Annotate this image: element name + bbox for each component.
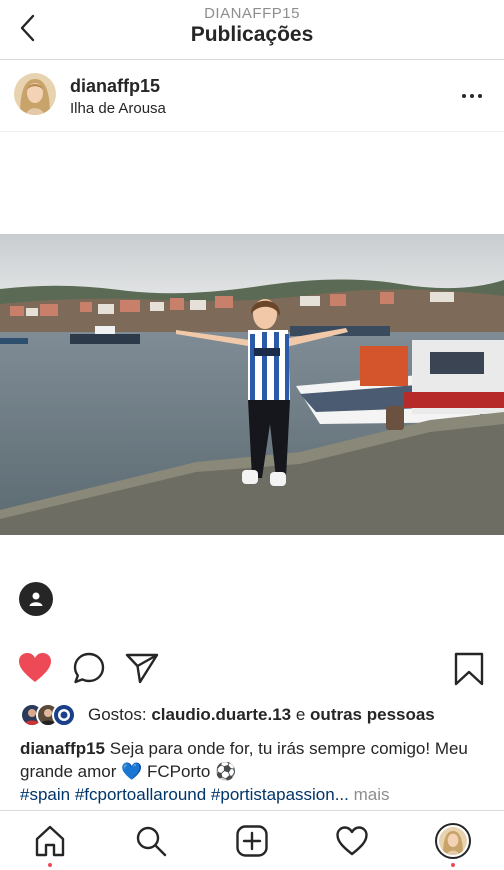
comment-button[interactable] — [72, 651, 106, 685]
add-post-icon — [236, 825, 268, 857]
heart-filled-icon — [19, 653, 51, 682]
like-button[interactable] — [17, 651, 53, 685]
user-tag-icon — [29, 592, 43, 606]
post-location[interactable]: Ilha de Arousa — [70, 100, 166, 117]
likes-prefix: Gostos: — [88, 705, 152, 724]
tab-profile[interactable] — [433, 821, 473, 867]
ellipsis-icon — [462, 94, 482, 98]
post-header: dianaffp15 Ilha de Arousa — [0, 60, 504, 132]
post-caption: dianaffp15 Seja para onde for, tu irás s… — [20, 737, 490, 806]
likes-row[interactable]: Gostos: claudio.duarte.13 e outras pesso… — [20, 701, 435, 729]
home-icon — [35, 825, 65, 857]
profile-avatar-icon — [435, 823, 471, 859]
notification-dot — [451, 863, 455, 867]
page-title: Publicações — [190, 23, 314, 46]
tagged-users-button[interactable] — [19, 582, 53, 616]
harbor-photo — [0, 234, 504, 535]
likes-connector: e — [291, 705, 311, 724]
heart-outline-icon — [336, 826, 368, 856]
tab-activity[interactable] — [332, 821, 372, 861]
top-nav-bar: DIANAFFP15 Publicações — [0, 0, 504, 60]
paper-plane-icon — [125, 653, 159, 684]
share-button[interactable] — [124, 651, 160, 685]
tab-home[interactable] — [30, 821, 70, 867]
likes-text[interactable]: Gostos: claudio.duarte.13 e outras pesso… — [88, 705, 435, 725]
post-photo[interactable] — [0, 234, 504, 535]
caption-username[interactable]: dianaffp15 — [20, 739, 105, 758]
bottom-tab-bar — [0, 810, 504, 870]
tab-add-post[interactable] — [232, 821, 272, 861]
likes-others[interactable]: outras pessoas — [310, 705, 435, 724]
avatar-image — [14, 73, 56, 115]
search-icon — [136, 826, 167, 857]
save-button[interactable] — [452, 651, 486, 687]
notification-dot — [48, 863, 52, 867]
comment-icon — [73, 652, 105, 684]
tab-search[interactable] — [131, 821, 171, 861]
post-username[interactable]: dianaffp15 — [70, 76, 160, 97]
caption-more-link[interactable]: mais — [349, 785, 390, 804]
liker-username[interactable]: claudio.duarte.13 — [151, 705, 291, 724]
liker-avatars — [20, 703, 80, 727]
bookmark-icon — [454, 652, 484, 686]
nav-username: DIANAFFP15 — [204, 5, 300, 22]
liker-avatar — [52, 703, 76, 727]
caption-hashtags[interactable]: #spain #fcportoallaround #portistapassio… — [20, 785, 349, 804]
more-options-button[interactable] — [458, 86, 486, 106]
avatar[interactable] — [14, 73, 56, 115]
